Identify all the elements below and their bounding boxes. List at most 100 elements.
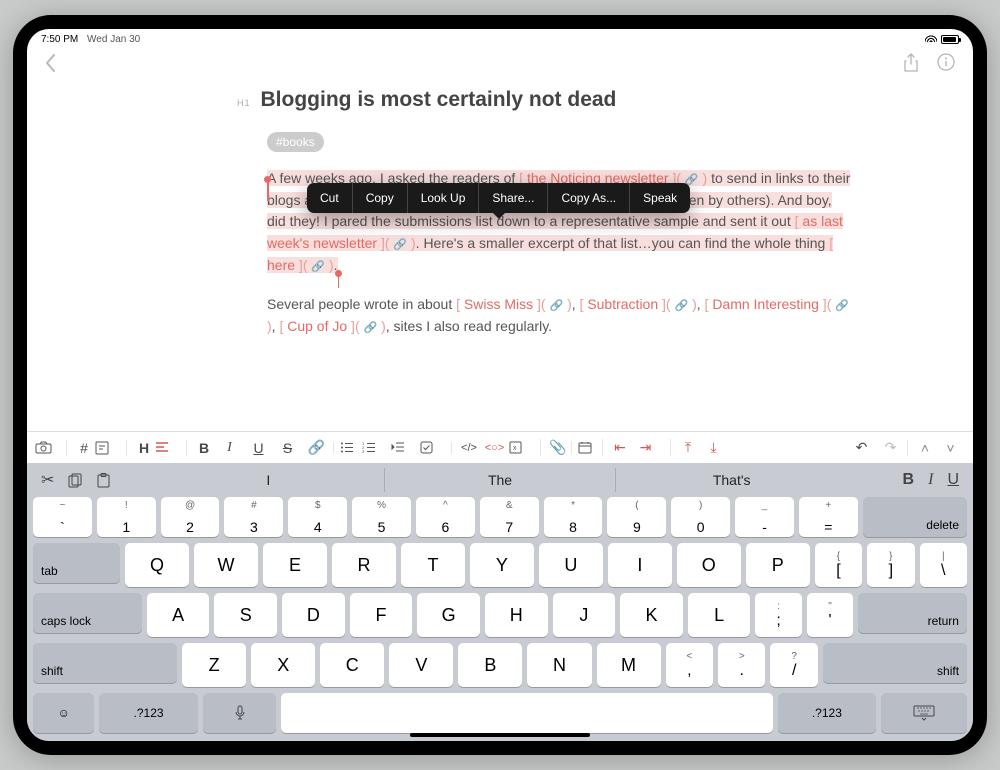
redo-button[interactable]: ↷	[876, 439, 905, 456]
format-italic[interactable]: I	[928, 471, 933, 489]
date-icon[interactable]	[571, 441, 600, 454]
format-bold[interactable]: B	[903, 471, 915, 489]
formula-button[interactable]: x	[509, 441, 538, 454]
camera-icon[interactable]	[35, 441, 64, 454]
key-X[interactable]: X	[251, 643, 315, 687]
heading-button[interactable]: H	[126, 440, 155, 456]
checklist-button[interactable]	[420, 441, 449, 454]
key-return[interactable]: return	[858, 593, 967, 633]
key-G[interactable]: G	[417, 593, 480, 637]
hash-icon[interactable]: #	[66, 440, 95, 456]
link-damn-interesting[interactable]: Damn Interesting	[712, 296, 819, 312]
move-down-icon[interactable]: ⤓	[699, 439, 728, 456]
key--[interactable]: _-	[735, 497, 794, 537]
link-subtraction[interactable]: Subtraction	[587, 296, 658, 312]
key-space[interactable]	[281, 693, 772, 733]
code-button[interactable]: </>	[451, 442, 480, 454]
bold-button[interactable]: B	[186, 440, 215, 456]
link-cup-of-jo[interactable]: Cup of Jo	[287, 318, 347, 334]
tag-chip[interactable]: #books	[267, 132, 324, 152]
format-underline[interactable]: U	[947, 471, 959, 489]
link-here[interactable]: here	[267, 257, 295, 273]
numbered-list-button[interactable]: 123	[362, 442, 391, 453]
key-8[interactable]: *8	[544, 497, 603, 537]
key-Q[interactable]: Q	[125, 543, 189, 587]
underline-button[interactable]: U	[244, 440, 273, 456]
key-dictation[interactable]	[203, 693, 277, 733]
page-title[interactable]: Blogging is most certainly not dead	[261, 88, 617, 112]
suggestion-3[interactable]: That's	[615, 468, 847, 492]
share-icon[interactable]	[903, 53, 919, 72]
key-shift-right[interactable]: shift	[823, 643, 967, 683]
key-dismiss[interactable]	[881, 693, 967, 733]
key-E[interactable]: E	[263, 543, 327, 587]
menu-copy-as[interactable]: Copy As...	[548, 183, 630, 213]
key-3[interactable]: #3	[224, 497, 283, 537]
key-tab[interactable]: tab	[33, 543, 120, 583]
key-`[interactable]: ~`	[33, 497, 92, 537]
key-V[interactable]: V	[389, 643, 453, 687]
menu-speak[interactable]: Speak	[630, 183, 690, 213]
chevron-up-icon[interactable]: ˄	[907, 440, 936, 456]
key-.[interactable]: >.	[718, 643, 765, 687]
key-H[interactable]: H	[485, 593, 548, 637]
key-][interactable]: }]	[867, 543, 914, 587]
key-A[interactable]: A	[147, 593, 210, 637]
key-N[interactable]: N	[527, 643, 591, 687]
key-M[interactable]: M	[597, 643, 661, 687]
menu-lookup[interactable]: Look Up	[408, 183, 480, 213]
key-T[interactable]: T	[401, 543, 465, 587]
undo-button[interactable]: ↶	[847, 439, 876, 456]
key-S[interactable]: S	[214, 593, 277, 637]
key-L[interactable]: L	[688, 593, 751, 637]
cut-icon[interactable]: ✂	[41, 470, 54, 490]
back-button[interactable]	[45, 54, 56, 72]
home-indicator[interactable]	[410, 733, 590, 737]
key-capslock[interactable]: caps lock	[33, 593, 142, 633]
key-B[interactable]: B	[458, 643, 522, 687]
key-R[interactable]: R	[332, 543, 396, 587]
link-swiss-miss[interactable]: Swiss Miss	[464, 296, 533, 312]
note-icon[interactable]	[95, 441, 124, 455]
key-I[interactable]: I	[608, 543, 672, 587]
document-area[interactable]: H1 Blogging is most certainly not dead #…	[27, 76, 973, 431]
key-7[interactable]: &7	[480, 497, 539, 537]
italic-button[interactable]: I	[215, 440, 244, 456]
info-icon[interactable]	[937, 53, 955, 72]
key-,[interactable]: <,	[666, 643, 713, 687]
key-6[interactable]: ^6	[416, 497, 475, 537]
key-/[interactable]: ?/	[770, 643, 817, 687]
key-U[interactable]: U	[539, 543, 603, 587]
paste-icon[interactable]	[97, 473, 110, 488]
move-line-end-icon[interactable]: ⇥	[631, 439, 660, 456]
key-K[interactable]: K	[620, 593, 683, 637]
key-O[interactable]: O	[677, 543, 741, 587]
key-J[interactable]: J	[553, 593, 616, 637]
menu-copy[interactable]: Copy	[353, 183, 408, 213]
key-numsym-right[interactable]: .?123	[778, 693, 876, 733]
attachment-icon[interactable]: 📎	[540, 439, 569, 456]
key-0[interactable]: )0	[671, 497, 730, 537]
copy-icon[interactable]	[68, 473, 83, 488]
link-button[interactable]: 🔗	[302, 439, 331, 456]
strikethrough-button[interactable]: S	[273, 440, 302, 456]
bulleted-list-button[interactable]	[333, 442, 362, 453]
key-2[interactable]: @2	[161, 497, 220, 537]
key-numsym-left[interactable]: .?123	[99, 693, 197, 733]
key-P[interactable]: P	[746, 543, 810, 587]
move-line-start-icon[interactable]: ⇤	[602, 439, 631, 456]
code-block-button[interactable]: <○>	[480, 442, 509, 454]
key-D[interactable]: D	[282, 593, 345, 637]
key-[[interactable]: {[	[815, 543, 862, 587]
move-up-icon[interactable]: ⤒	[670, 439, 699, 456]
outdent-button[interactable]	[391, 442, 420, 453]
paragraph-2[interactable]: Several people wrote in about [ Swiss Mi…	[267, 294, 853, 337]
menu-share[interactable]: Share...	[479, 183, 548, 213]
key-Y[interactable]: Y	[470, 543, 534, 587]
key-9[interactable]: (9	[607, 497, 666, 537]
key-F[interactable]: F	[350, 593, 413, 637]
menu-cut[interactable]: Cut	[307, 183, 353, 213]
align-button[interactable]	[155, 442, 184, 453]
key-shift-left[interactable]: shift	[33, 643, 177, 683]
key-5[interactable]: %5	[352, 497, 411, 537]
